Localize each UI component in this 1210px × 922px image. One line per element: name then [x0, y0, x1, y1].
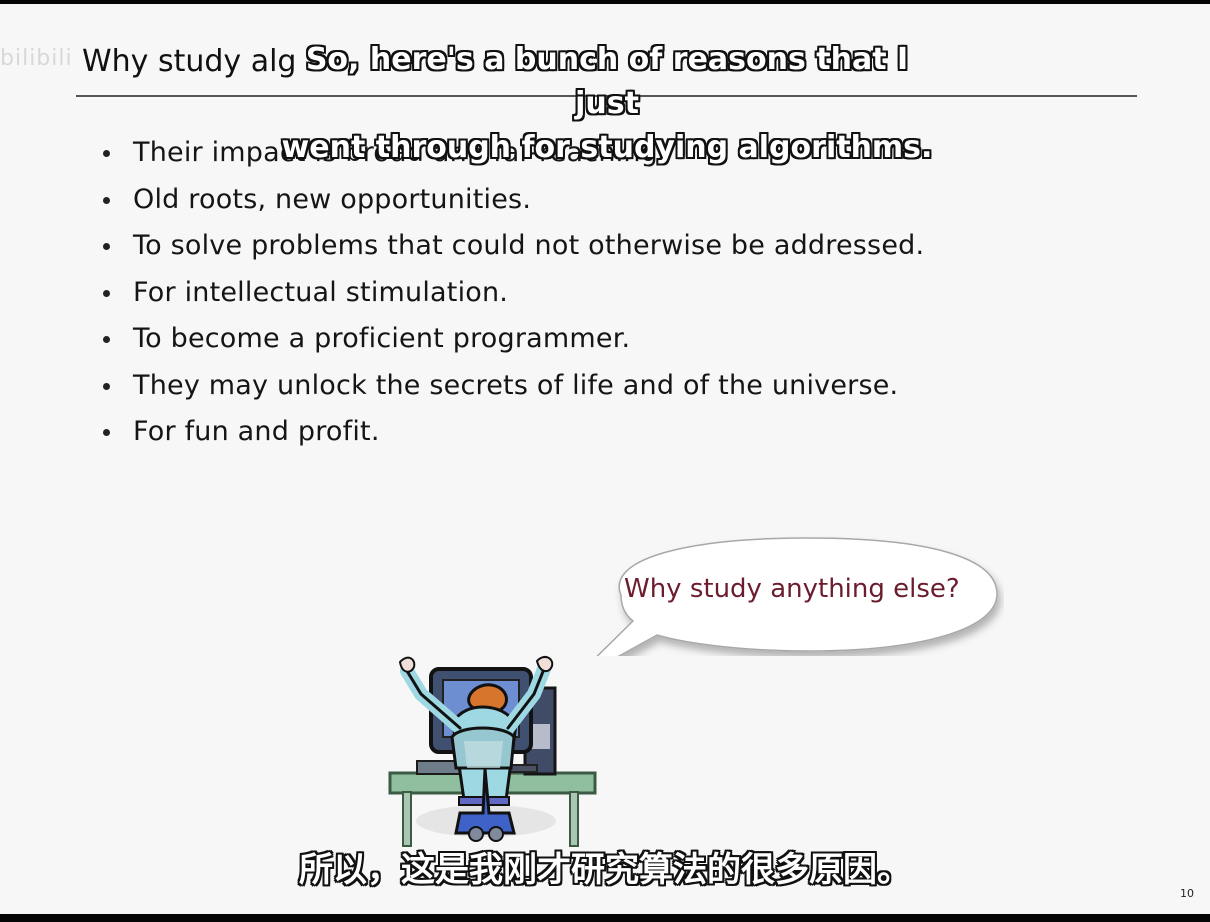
chinese-subtitle: 所以，这是我刚才研究算法的很多原因。	[298, 849, 912, 891]
bullet-text: For fun and profit.	[133, 416, 380, 447]
programmer-at-computer-icon	[388, 655, 597, 847]
english-subtitle: So, here's a bunch of reasons that I jus…	[281, 41, 933, 166]
bullet-icon	[103, 382, 110, 390]
bullet-icon	[103, 336, 110, 343]
bullet-text: To become a proficient programmer.	[133, 323, 631, 354]
bullet-text: For intellectual stimulation.	[133, 276, 509, 308]
video-frame: bilibili Why study alg Their impact is b…	[0, 0, 1210, 922]
bullet-icon	[103, 243, 110, 250]
bilibili-watermark: bilibili	[0, 46, 73, 71]
bullet-icon	[103, 196, 110, 204]
bullet-icon	[103, 289, 110, 297]
lecture-slide: bilibili Why study alg Their impact is b…	[0, 4, 1210, 914]
bullet-icon	[103, 429, 110, 436]
bullet-text: To solve problems that could not otherwi…	[133, 230, 925, 261]
slide-page-number: 10	[1180, 887, 1194, 900]
bullet-text: Old roots, new opportunities.	[133, 183, 532, 215]
speech-bubble-text: Why study anything else?	[624, 574, 960, 604]
bullet-icon	[103, 150, 110, 157]
bullet-text: They may unlock the secrets of life and …	[133, 369, 899, 401]
slide-title: Why study alg	[82, 44, 297, 79]
